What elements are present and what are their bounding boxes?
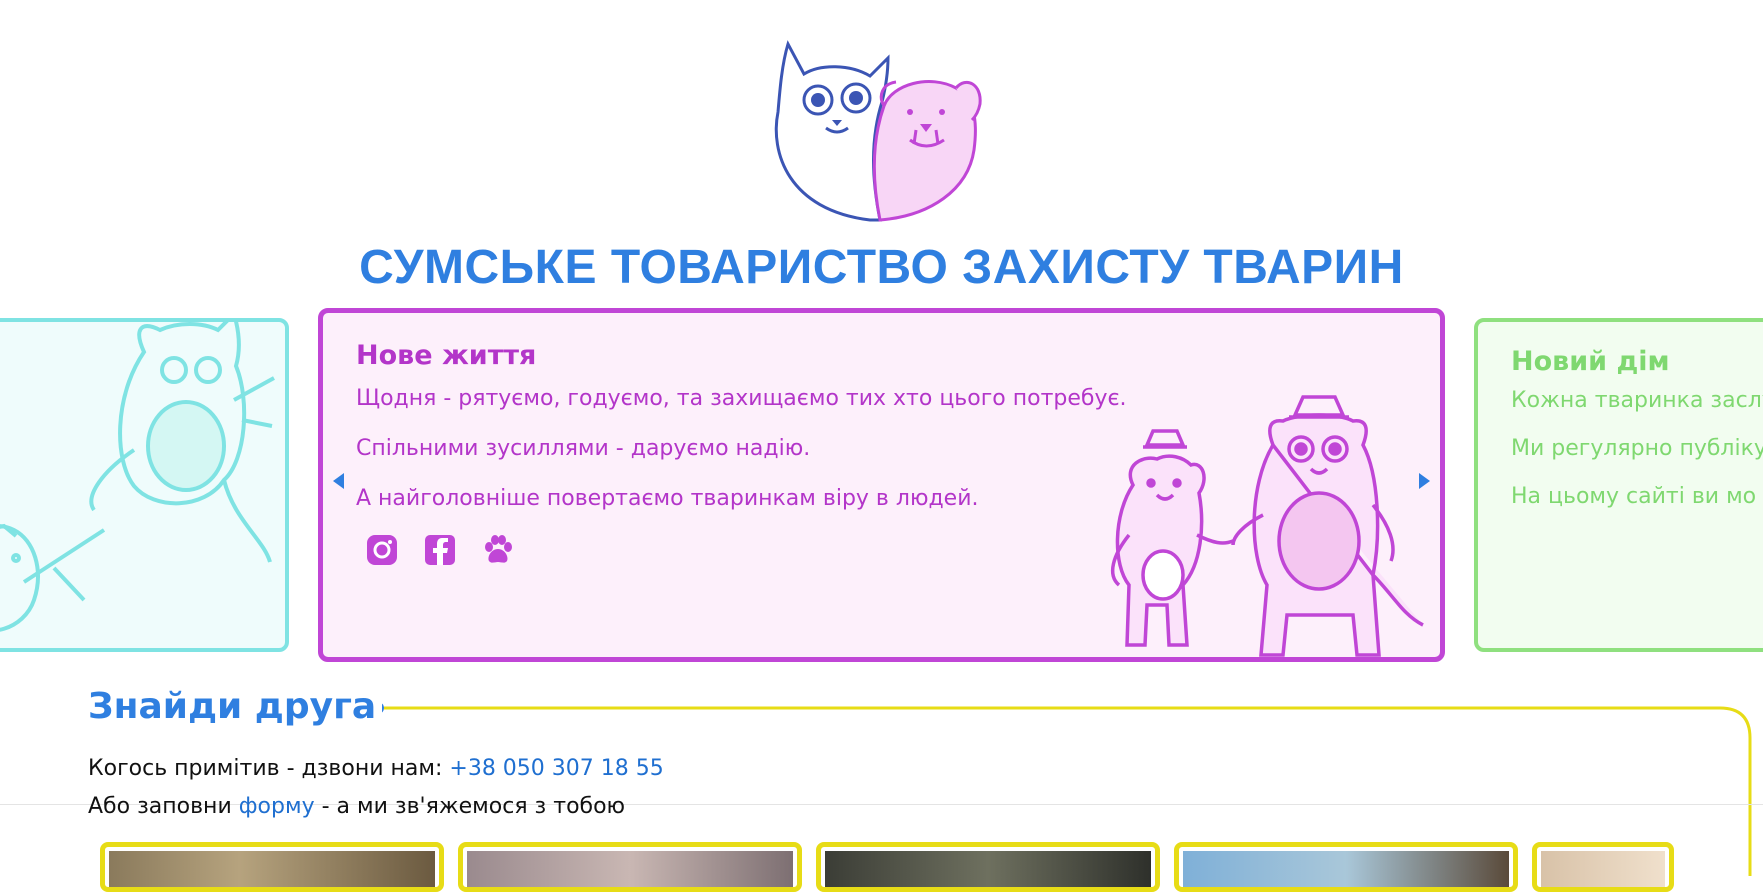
- animal-card[interactable]: [1174, 842, 1518, 892]
- contact-form-line: Або заповни форму - а ми зв'яжемося з то…: [88, 794, 625, 819]
- slide-text-line: Спільними зусиллями - даруємо надію.: [356, 436, 811, 461]
- contact-text: Або заповни: [88, 794, 239, 819]
- animal-photo: [109, 851, 435, 887]
- slide-text-line: Ми регулярно публіку: [1511, 436, 1763, 461]
- slide-current: Нове життя Щодня - рятуємо, годуємо, та …: [318, 308, 1445, 662]
- slider-prev-arrow[interactable]: [333, 473, 344, 489]
- animal-photo: [1183, 851, 1509, 887]
- animal-photo: [825, 851, 1151, 887]
- animal-card[interactable]: [816, 842, 1160, 892]
- form-link[interactable]: форму: [239, 794, 315, 819]
- logo-cat-dog[interactable]: [760, 40, 1010, 232]
- animal-card[interactable]: [458, 842, 802, 892]
- animal-card[interactable]: [100, 842, 444, 892]
- animal-card[interactable]: [1532, 842, 1674, 892]
- slide-next[interactable]: Новий дім Кожна тваринка заслу Ми регуля…: [1474, 318, 1763, 652]
- contact-text: - а ми зв'яжемося з тобою: [314, 794, 626, 819]
- contact-phone-line: Когось примітив - дзвони нам: +38 050 30…: [88, 756, 664, 781]
- illustration-cat-vet: [0, 322, 275, 632]
- facebook-icon[interactable]: [423, 533, 457, 567]
- find-friend-heading: Знайди друга: [88, 686, 383, 727]
- animal-photo: [1541, 851, 1665, 887]
- slide-text-line: На цьому сайті ви мо: [1511, 484, 1757, 509]
- slide-title: Нове життя: [356, 340, 537, 371]
- animal-photo: [467, 851, 793, 887]
- contact-text: Когось примітив - дзвони нам:: [88, 756, 450, 781]
- slide-text-line: Щодня - рятуємо, годуємо, та захищаємо т…: [356, 386, 1127, 411]
- site-title: СУМСЬКЕ ТОВАРИСТВО ЗАХИСТУ ТВАРИН: [359, 241, 1404, 294]
- illustration-cat-and-dog: [1110, 395, 1424, 657]
- slide-title: Новий дім: [1511, 346, 1670, 377]
- phone-link[interactable]: +38 050 307 18 55: [449, 756, 663, 781]
- slide-text-line: А найголовніше повертаємо тваринкам віру…: [356, 486, 979, 511]
- instagram-icon[interactable]: [365, 533, 399, 567]
- slide-previous[interactable]: [0, 318, 289, 652]
- paw-icon[interactable]: [481, 533, 515, 567]
- slide-text-line: Кожна тваринка заслу: [1511, 388, 1763, 413]
